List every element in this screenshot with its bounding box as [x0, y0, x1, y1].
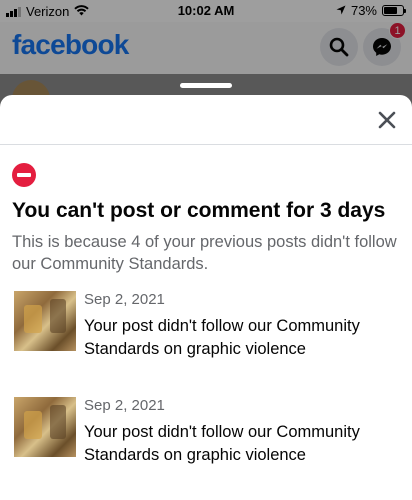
violation-text: Your post didn't follow our Community St… — [84, 317, 360, 358]
stop-icon — [12, 163, 36, 187]
close-icon — [378, 111, 396, 129]
post-thumbnail — [14, 291, 76, 351]
violation-item[interactable]: Sep 2, 2021 Your post didn't follow our … — [12, 291, 402, 381]
restriction-title: You can't post or comment for 3 days — [12, 199, 386, 222]
post-thumbnail — [14, 397, 76, 457]
violation-date: Sep 2, 2021 — [84, 291, 165, 308]
restriction-sheet: You can't post or comment for 3 days Thi… — [0, 83, 412, 500]
violation-date: Sep 2, 2021 — [84, 397, 165, 414]
close-button[interactable] — [374, 107, 400, 133]
divider — [0, 144, 412, 145]
violation-item[interactable]: Sep 2, 2021 Your post didn't follow our … — [12, 397, 402, 487]
restriction-description: This is because 4 of your previous posts… — [12, 233, 397, 273]
violation-text: Your post didn't follow our Community St… — [84, 423, 360, 464]
sheet-drag-handle[interactable] — [180, 83, 232, 88]
